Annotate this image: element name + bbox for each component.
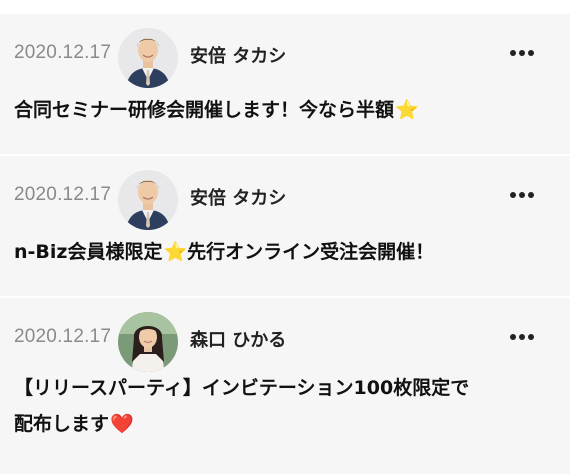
avatar[interactable] <box>118 312 178 372</box>
post-text-content: 配布します <box>14 413 110 435</box>
post-text[interactable]: 合同セミナー研修会開催します！今なら半額⭐ <box>14 92 544 128</box>
man-avatar-photo <box>118 170 178 230</box>
more-horizontal-icon <box>510 50 516 56</box>
avatar[interactable] <box>118 170 178 230</box>
star-icon: ⭐ <box>395 99 419 121</box>
post-card[interactable]: 2020.12.17 安倍 タカシ 合同セミナー研修会開催します！今なら半額⭐ <box>0 14 570 154</box>
heart-icon: ❤️ <box>110 413 134 435</box>
more-options-button[interactable] <box>504 40 540 66</box>
more-dot <box>519 334 525 340</box>
more-options-button[interactable] <box>504 324 540 350</box>
post-text[interactable]: 【リリースパーティ】インビテーション100枚限定で 配布します❤️ <box>14 370 544 442</box>
more-horizontal-icon <box>510 192 516 198</box>
post-text-line: 配布します❤️ <box>14 406 544 442</box>
author-name[interactable]: 安倍 タカシ <box>190 42 286 68</box>
post-text-line: 【リリースパーティ】インビテーション100枚限定で <box>14 377 470 399</box>
woman-avatar-photo <box>118 312 178 372</box>
more-dot <box>519 192 525 198</box>
more-horizontal-icon <box>510 334 516 340</box>
more-dot <box>528 50 534 56</box>
post-text-content: 先行オンライン受注会開催！ <box>187 241 435 263</box>
more-dot <box>528 192 534 198</box>
more-options-button[interactable] <box>504 182 540 208</box>
man-avatar-photo <box>118 28 178 88</box>
post-date: 2020.12.17 <box>14 184 112 205</box>
post-text[interactable]: n-Biz会員様限定⭐先行オンライン受注会開催！ <box>14 234 544 270</box>
avatar[interactable] <box>118 28 178 88</box>
post-feed: 2020.12.17 安倍 タカシ 合同セミナー研修会開催します！今なら半額⭐ <box>0 0 570 474</box>
post-card[interactable]: 2020.12.17 安倍 タカシ n-Biz会員様限定⭐先行オンライン受注会開… <box>0 156 570 296</box>
more-dot <box>528 334 534 340</box>
author-name[interactable]: 安倍 タカシ <box>190 184 286 210</box>
post-date: 2020.12.17 <box>14 42 112 63</box>
star-icon: ⭐ <box>163 241 188 263</box>
post-date: 2020.12.17 <box>14 326 112 347</box>
post-text-content: 合同セミナー研修会開催します！今なら半額 <box>14 99 395 121</box>
post-text-content: n-Biz会員様限定 <box>14 241 163 263</box>
author-name[interactable]: 森口 ひかる <box>190 326 286 352</box>
post-card[interactable]: 2020.12.17 森口 ひかる 【リリースパーティ】インビテーション100枚… <box>0 298 570 474</box>
more-dot <box>519 50 525 56</box>
